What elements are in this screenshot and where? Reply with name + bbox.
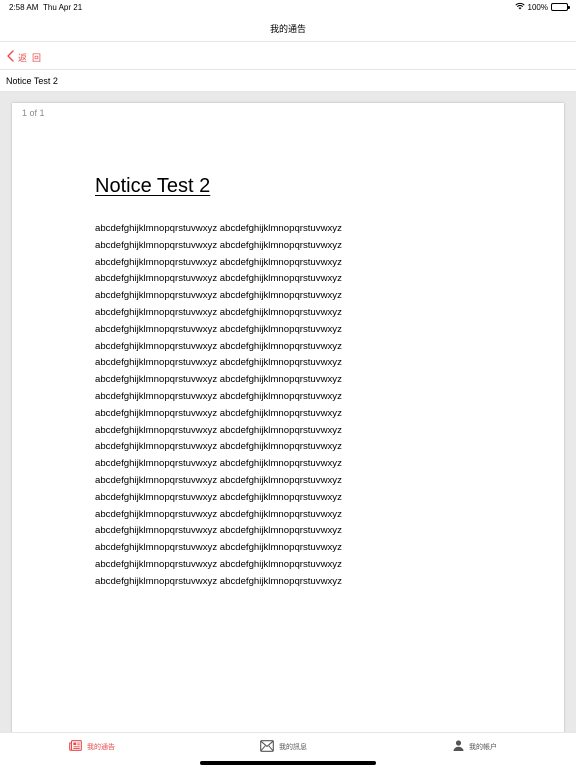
document-line: abcdefghijklmnopqrstuvwxyz abcdefghijklm… (95, 508, 342, 520)
document-line: abcdefghijklmnopqrstuvwxyz abcdefghijklm… (95, 542, 342, 554)
page-indicator: 1 of 1 (22, 108, 45, 118)
screen: 2:58 AM Thu Apr 21 100% 我的通告 返回 Notice T… (0, 0, 576, 768)
tab-my-messages-label: 我的訊息 (279, 744, 307, 751)
tab-bar: 我的通告 我的訊息 我的帳户 (0, 732, 576, 768)
document-line: abcdefghijklmnopqrstuvwxyz abcdefghijklm… (95, 575, 342, 587)
page-title: 我的通告 (269, 24, 306, 34)
status-time: 2:58 AM (9, 3, 39, 12)
notice-title-row: Notice Test 2 (0, 70, 576, 92)
document-line: abcdefghijklmnopqrstuvwxyz abcdefghijklm… (95, 256, 342, 268)
battery-icon (551, 3, 570, 11)
notice-title: Notice Test 2 (6, 76, 58, 86)
status-bar: 2:58 AM Thu Apr 21 100% (0, 0, 576, 14)
document-line: abcdefghijklmnopqrstuvwxyz abcdefghijklm… (95, 273, 342, 285)
chevron-left-icon (7, 50, 14, 64)
navigation-bar: 我的通告 (0, 14, 576, 42)
tab-my-notices[interactable]: 我的通告 (69, 740, 115, 753)
document-line: abcdefghijklmnopqrstuvwxyz abcdefghijklm… (95, 357, 342, 369)
tab-my-account-label: 我的帳户 (469, 743, 497, 751)
document-line: abcdefghijklmnopqrstuvwxyz abcdefghijklm… (95, 525, 342, 537)
document-line: abcdefghijklmnopqrstuvwxyz abcdefghijklm… (95, 407, 342, 419)
status-date: Thu Apr 21 (43, 3, 83, 12)
document-page: 1 of 1 Notice Test 2 abcdefghijklmnopqrs… (12, 103, 564, 743)
person-icon (453, 740, 464, 753)
tab-my-notices-label: 我的通告 (87, 743, 115, 751)
document-line: abcdefghijklmnopqrstuvwxyz abcdefghijklm… (95, 491, 342, 503)
document-line: abcdefghijklmnopqrstuvwxyz abcdefghijklm… (95, 374, 342, 386)
status-indicators: 100% (514, 2, 570, 12)
document-line: abcdefghijklmnopqrstuvwxyz abcdefghijklm… (95, 558, 342, 570)
document-line: abcdefghijklmnopqrstuvwxyz abcdefghijklm… (95, 290, 342, 302)
tab-my-messages[interactable]: 我的訊息 (260, 740, 307, 754)
document-line: abcdefghijklmnopqrstuvwxyz abcdefghijklm… (95, 239, 342, 251)
document-viewer[interactable]: 1 of 1 Notice Test 2 abcdefghijklmnopqrs… (0, 92, 576, 743)
document-body: abcdefghijklmnopqrstuvwxyz abcdefghijklm… (95, 221, 342, 591)
document-line: abcdefghijklmnopqrstuvwxyz abcdefghijklm… (95, 340, 342, 352)
back-button[interactable]: 返回 (7, 50, 46, 64)
document-line: abcdefghijklmnopqrstuvwxyz abcdefghijklm… (95, 474, 342, 486)
document-line: abcdefghijklmnopqrstuvwxyz abcdefghijklm… (95, 458, 342, 470)
back-bar: 返回 (0, 42, 576, 70)
back-button-label: 返回 (18, 52, 47, 63)
document-line: abcdefghijklmnopqrstuvwxyz abcdefghijklm… (95, 424, 342, 436)
document-line: abcdefghijklmnopqrstuvwxyz abcdefghijklm… (95, 390, 342, 402)
tab-my-account[interactable]: 我的帳户 (453, 740, 497, 753)
home-indicator (200, 761, 376, 765)
document-line: abcdefghijklmnopqrstuvwxyz abcdefghijklm… (95, 323, 342, 335)
battery-percent: 100% (527, 2, 548, 12)
document-line: abcdefghijklmnopqrstuvwxyz abcdefghijklm… (95, 441, 342, 453)
wifi-icon (514, 2, 525, 12)
document-line: abcdefghijklmnopqrstuvwxyz abcdefghijklm… (95, 223, 342, 234)
document-heading: Notice Test 2 (95, 175, 211, 197)
document-line: abcdefghijklmnopqrstuvwxyz abcdefghijklm… (95, 306, 342, 318)
envelope-icon (260, 740, 274, 754)
newspaper-icon (69, 740, 82, 753)
